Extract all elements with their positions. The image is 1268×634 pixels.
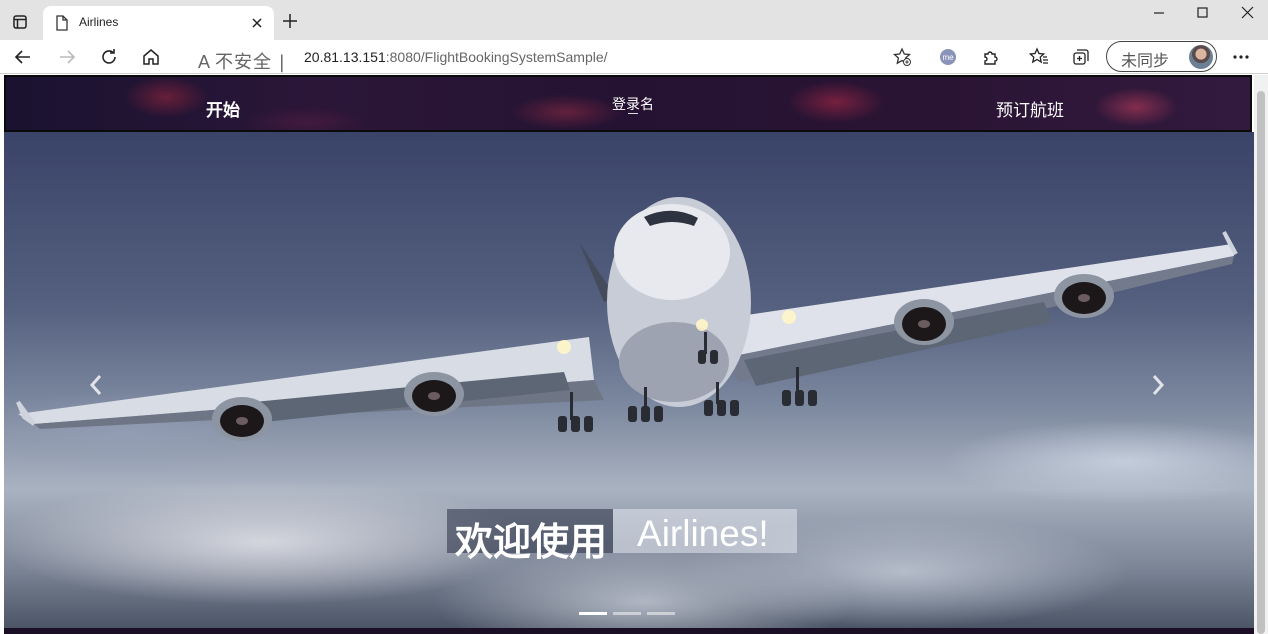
security-indicator[interactable]: A 不安全 | bbox=[198, 48, 286, 74]
minimize-icon[interactable] bbox=[1146, 5, 1172, 21]
page-scrollbar[interactable] bbox=[1254, 75, 1268, 634]
page-viewport: 开始 登录名 预订航班 欢迎使用 Airlines! bbox=[0, 75, 1268, 634]
engine bbox=[894, 299, 954, 345]
url-path: :8080/FlightBookingSystemSample/ bbox=[385, 49, 608, 65]
page-icon bbox=[55, 15, 69, 35]
home-icon[interactable] bbox=[140, 46, 162, 68]
read-aloud-icon: A bbox=[198, 52, 212, 72]
carousel-indicator-1[interactable] bbox=[579, 612, 607, 615]
scrollbar-thumb[interactable] bbox=[1257, 91, 1265, 634]
engine bbox=[212, 397, 272, 441]
close-window-icon[interactable] bbox=[1234, 5, 1260, 21]
browser-tab-active[interactable]: Airlines bbox=[43, 6, 274, 40]
avatar bbox=[1189, 45, 1213, 69]
extension-me-icon[interactable]: me bbox=[937, 46, 959, 68]
tab-actions-icon[interactable] bbox=[8, 10, 32, 34]
nav-start-link[interactable]: 开始 bbox=[206, 96, 240, 121]
engine bbox=[1054, 274, 1114, 318]
login-underline bbox=[628, 113, 638, 114]
carousel-indicator-3[interactable] bbox=[647, 612, 675, 615]
caption-welcome-cn: 欢迎使用 bbox=[447, 509, 614, 564]
new-tab-icon[interactable] bbox=[281, 12, 299, 34]
favorites-icon[interactable] bbox=[1028, 46, 1050, 68]
airplane-image bbox=[16, 197, 1238, 441]
site-navbar: 开始 登录名 预订航班 bbox=[4, 75, 1252, 132]
extensions-icon[interactable] bbox=[980, 46, 1002, 68]
collections-icon[interactable] bbox=[1070, 46, 1092, 68]
caption-airlines-en: Airlines! bbox=[613, 509, 797, 554]
url-host: 20.81.13.151 bbox=[304, 49, 386, 65]
hero-carousel: 欢迎使用 Airlines! bbox=[4, 132, 1254, 628]
address-bar[interactable]: A 不安全 | 20.81.13.151:8080/FlightBookingSy… bbox=[182, 43, 922, 74]
maximize-icon[interactable] bbox=[1190, 5, 1216, 21]
sync-status-label: 未同步 bbox=[1121, 51, 1170, 70]
page-footer-strip bbox=[4, 628, 1254, 634]
carousel-prev-icon[interactable] bbox=[86, 372, 106, 402]
carousel-indicators bbox=[579, 600, 681, 619]
reload-icon[interactable] bbox=[98, 46, 120, 68]
carousel-next-icon[interactable] bbox=[1148, 372, 1168, 402]
carousel-indicator-2[interactable] bbox=[613, 612, 641, 615]
svg-text:me: me bbox=[942, 53, 954, 62]
engine bbox=[404, 372, 464, 416]
nav-login-link[interactable]: 登录名 bbox=[612, 94, 654, 114]
add-favorite-icon[interactable] bbox=[892, 47, 912, 71]
browser-toolbar: A 不安全 | 20.81.13.151:8080/FlightBookingSy… bbox=[0, 40, 1268, 74]
security-label: 不安全 bbox=[215, 52, 273, 73]
url-text[interactable]: 20.81.13.151:8080/FlightBookingSystemSam… bbox=[304, 49, 608, 65]
tab-title: Airlines bbox=[79, 15, 119, 29]
more-options-icon[interactable] bbox=[1230, 48, 1252, 70]
back-icon[interactable] bbox=[12, 46, 34, 68]
forward-icon[interactable] bbox=[56, 46, 78, 68]
profile-sync-button[interactable]: 未同步 bbox=[1106, 41, 1217, 72]
carousel-caption: 欢迎使用 Airlines! bbox=[447, 509, 797, 564]
close-tab-icon[interactable] bbox=[250, 15, 264, 34]
browser-tab-strip: Airlines bbox=[0, 0, 1268, 40]
nav-book-flight-link[interactable]: 预订航班 bbox=[996, 96, 1064, 121]
